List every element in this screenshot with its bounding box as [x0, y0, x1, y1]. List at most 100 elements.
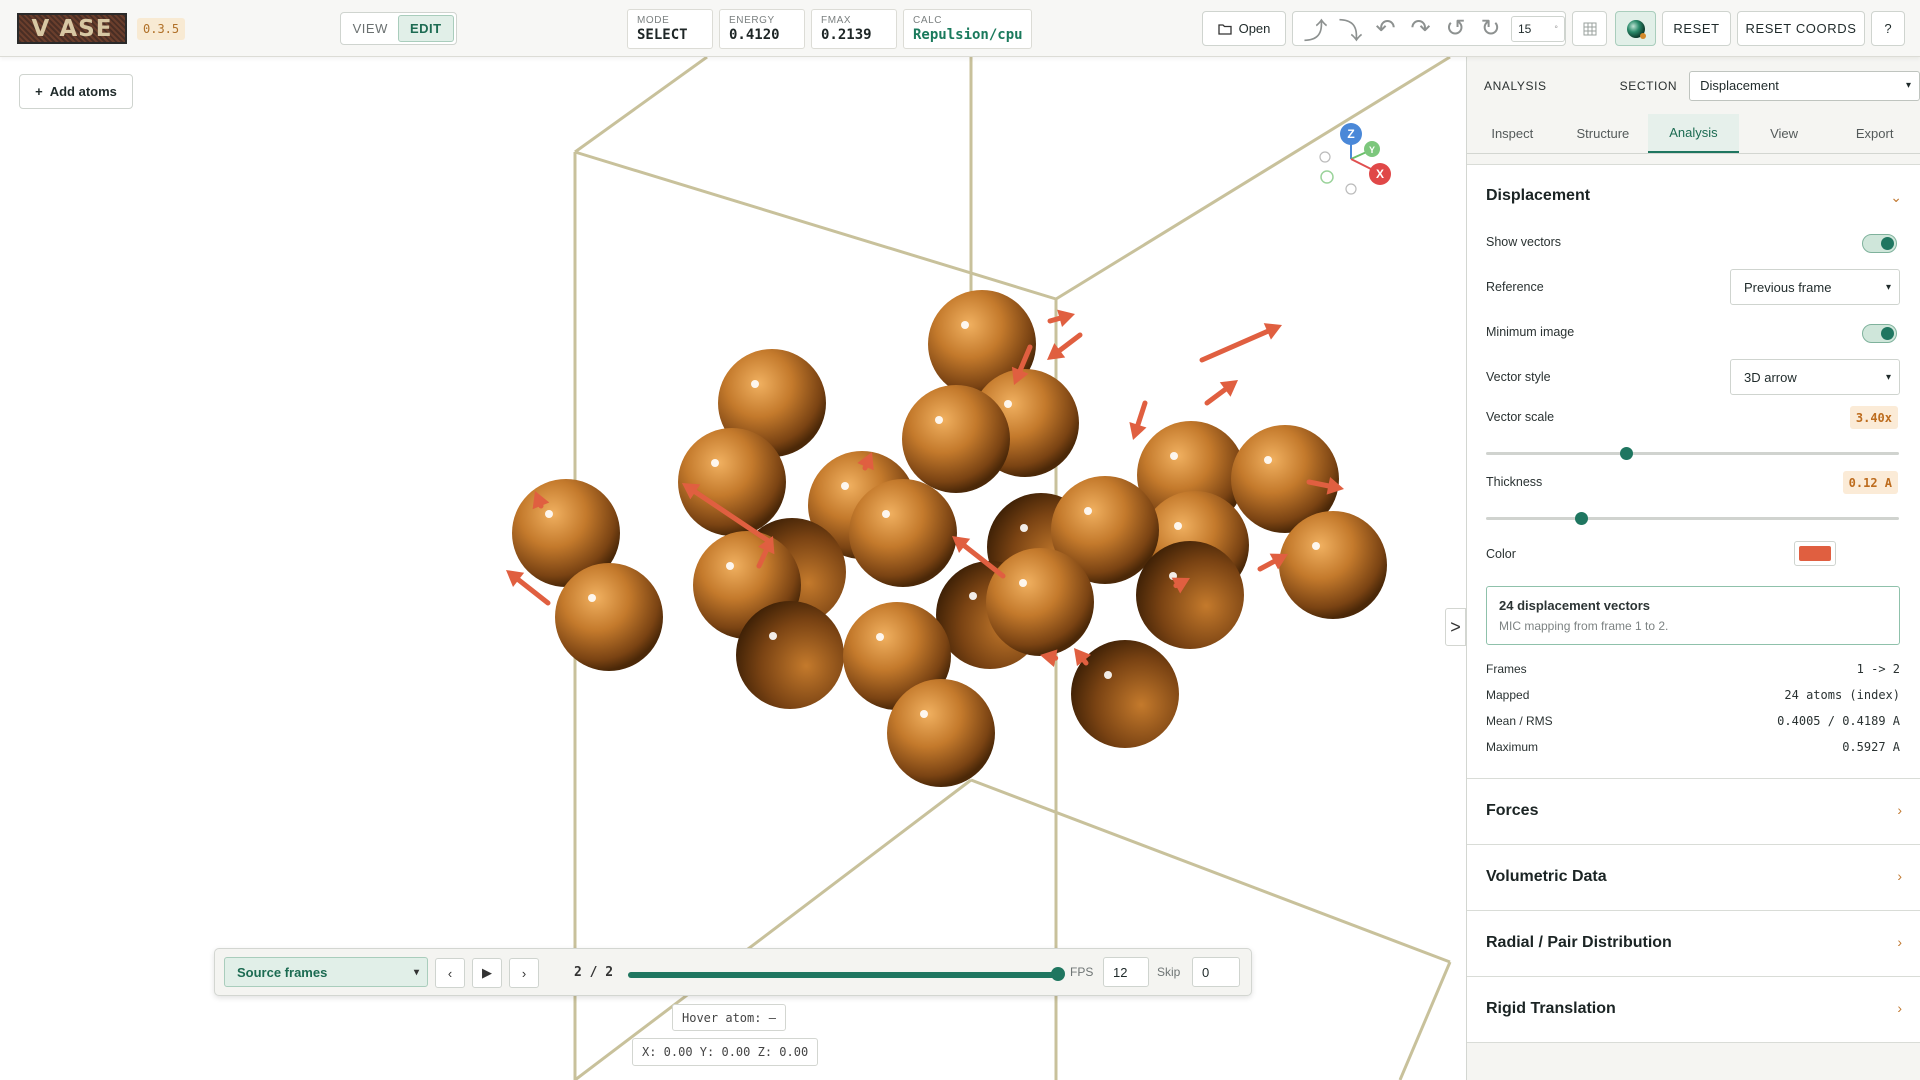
atom [986, 548, 1094, 656]
atom-highlight [935, 416, 943, 424]
frame-slider[interactable] [628, 967, 1065, 981]
view-mode-button[interactable]: VIEW [343, 15, 398, 42]
side-panel: ANALYSIS SECTION Displacement ▾ Inspect … [1466, 57, 1920, 1080]
stat-row-frames: Frames 1 -> 2 [1486, 662, 1900, 676]
minimum-image-toggle[interactable] [1862, 324, 1897, 343]
3d-viewport[interactable]: Z Y X + Add atoms Source frames ▾ ‹ ▶ › 2 … [0, 57, 1466, 1080]
atom [902, 385, 1010, 493]
displacement-arrow [1129, 400, 1148, 440]
atom-highlight [545, 510, 553, 518]
chevron-right-icon: › [1897, 1000, 1902, 1016]
arrow-shaft [1081, 657, 1089, 666]
stat-value: 0.4120 [729, 27, 780, 43]
open-button[interactable]: Open [1202, 11, 1286, 46]
tab-export[interactable]: Export [1829, 114, 1920, 153]
tab-analysis[interactable]: Analysis [1648, 114, 1739, 153]
panel-header: ANALYSIS SECTION Displacement ▾ [1467, 57, 1920, 114]
rotation-controls: ⤴ ⤵ ↶ ↷ ↺ ↻ 15 ° [1292, 11, 1566, 46]
displacement-arrow [1047, 309, 1075, 327]
edit-mode-button[interactable]: EDIT [397, 15, 454, 42]
atom-highlight [882, 510, 890, 518]
rotate-down-icon[interactable]: ⤵ [1334, 14, 1367, 45]
energy-stat: ENERGY 0.4120 [719, 9, 805, 49]
thickness-thumb[interactable] [1574, 512, 1588, 525]
vector-style-select[interactable]: 3D arrow ▾ [1730, 359, 1900, 395]
show-vectors-toggle[interactable] [1862, 234, 1897, 253]
reset-coords-button[interactable]: RESET COORDS [1737, 11, 1865, 46]
collapse-panel-button[interactable]: > [1445, 608, 1466, 646]
atom-highlight [841, 482, 849, 490]
play-button[interactable]: ▶ [472, 958, 502, 988]
open-label: Open [1238, 21, 1271, 36]
panel-tabs: Inspect Structure Analysis View Export [1467, 114, 1920, 154]
tab-inspect[interactable]: Inspect [1467, 114, 1558, 153]
section-title: Radial / Pair Distribution [1486, 934, 1672, 951]
rotate-cw-icon[interactable]: ↻ [1474, 14, 1507, 44]
vector-scale-slider[interactable] [1486, 447, 1899, 460]
app-logo: V ASE [17, 13, 127, 44]
hover-atom-readout: Hover atom: – [672, 1004, 786, 1031]
thickness-slider[interactable] [1486, 512, 1899, 525]
source-frames-select[interactable]: Source frames ▾ [224, 957, 428, 987]
add-atoms-button[interactable]: + Add atoms [19, 74, 133, 109]
thickness-value: 0.12 A [1842, 471, 1898, 494]
rotate-up-icon[interactable]: ⤴ [1299, 14, 1332, 45]
prev-frame-button[interactable]: ‹ [435, 958, 465, 988]
volumetric-data-section[interactable]: Volumetric Data › [1467, 845, 1920, 911]
stat-row-mean-rms: Mean / RMS 0.4005 / 0.4189 A [1486, 714, 1900, 728]
radial-distribution-section[interactable]: Radial / Pair Distribution › [1467, 911, 1920, 977]
version-badge: 0.3.5 [137, 18, 186, 40]
atom-sphere [736, 601, 844, 709]
atom-highlight [1019, 579, 1027, 587]
fps-input[interactable]: 12 [1103, 957, 1149, 987]
arrow-shaft [1257, 559, 1277, 572]
tab-view[interactable]: View [1739, 114, 1830, 153]
axis-gizmo[interactable]: Z Y X [1319, 123, 1391, 195]
atoms-group[interactable] [512, 290, 1387, 787]
reference-select[interactable]: Previous frame ▾ [1730, 269, 1900, 305]
atom [887, 679, 995, 787]
rotate-right-icon[interactable]: ↷ [1404, 14, 1437, 44]
atom [555, 563, 663, 671]
cell-edge [574, 150, 1057, 301]
show-vectors-label: Show vectors [1486, 235, 1562, 249]
forces-section[interactable]: Forces › [1467, 779, 1920, 845]
section-title: Rigid Translation [1486, 1000, 1616, 1017]
vector-color-picker[interactable] [1794, 541, 1836, 566]
cell-edge [1398, 961, 1452, 1080]
tab-structure[interactable]: Structure [1558, 114, 1649, 153]
help-button[interactable]: ? [1871, 11, 1905, 46]
section-select[interactable]: Displacement ▾ [1689, 70, 1920, 101]
atom [736, 601, 844, 709]
rotate-ccw-icon[interactable]: ↺ [1439, 14, 1472, 44]
atom-highlight [751, 380, 759, 388]
displacement-arrow [1047, 332, 1083, 360]
next-frame-button[interactable]: › [509, 958, 539, 988]
chevron-down-icon: ▾ [413, 966, 419, 978]
atom-highlight [961, 321, 969, 329]
chevron-down-icon[interactable]: ⌄ [1890, 189, 1902, 206]
render-style-button[interactable] [1615, 11, 1656, 46]
axis-x-label: X [1369, 163, 1391, 185]
calc-stat: CALC Repulsion/cpu [903, 9, 1032, 49]
displacement-arrow [1204, 380, 1238, 406]
top-toolbar: V ASE 0.3.5 VIEW EDIT MODE SELECT ENERGY… [0, 0, 1920, 57]
color-label: Color [1486, 547, 1516, 561]
displacement-title[interactable]: Displacement [1486, 187, 1590, 205]
atom-highlight [726, 562, 734, 570]
skip-input[interactable]: 0 [1192, 957, 1240, 987]
sphere-render-icon [1626, 19, 1646, 39]
axis-neg-x [1319, 151, 1331, 163]
grid-toggle-button[interactable] [1572, 11, 1607, 46]
frame-slider-thumb[interactable] [1051, 967, 1065, 981]
rotate-left-icon[interactable]: ↶ [1369, 14, 1402, 44]
stat-key: Mean / RMS [1486, 714, 1553, 728]
structure-scene[interactable]: Z Y X [0, 57, 1466, 1080]
atom-highlight [1264, 456, 1272, 464]
displacement-info-box: 24 displacement vectors MIC mapping from… [1486, 586, 1900, 645]
atom-highlight [1004, 400, 1012, 408]
rotation-angle-input[interactable]: 15 ° [1511, 15, 1565, 42]
rigid-translation-section[interactable]: Rigid Translation › [1467, 977, 1920, 1043]
vector-scale-thumb[interactable] [1620, 447, 1634, 460]
reset-button[interactable]: RESET [1662, 11, 1731, 46]
